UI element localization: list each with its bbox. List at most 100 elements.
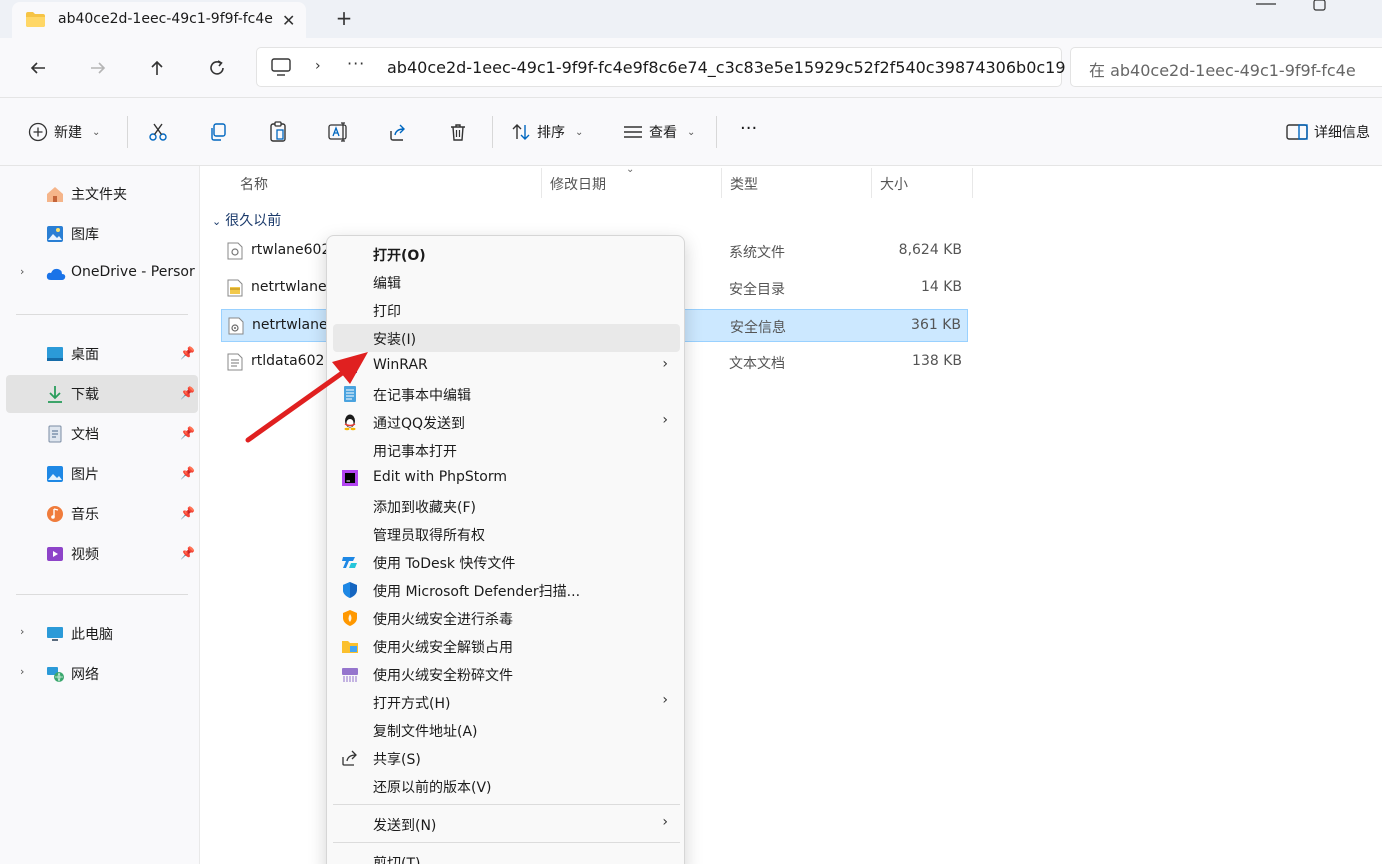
file-name: netrtwlane: [252, 317, 328, 333]
up-button[interactable]: [143, 54, 171, 82]
menu-item-restore[interactable]: 还原以前的版本(V): [333, 772, 680, 800]
column-divider[interactable]: [972, 168, 973, 198]
sort-button[interactable]: 排序 ⌄: [511, 120, 583, 144]
column-divider[interactable]: [871, 168, 872, 198]
column-header-type[interactable]: 类型: [730, 174, 758, 194]
sidebar-item-documents[interactable]: 文档 📌: [6, 415, 198, 453]
menu-item-label: 在记事本中编辑: [373, 388, 471, 404]
cut-button[interactable]: [148, 120, 168, 144]
sidebar-item-label: 图库: [71, 227, 99, 243]
menu-item-huorong-unlock[interactable]: 使用火绒安全解锁占用: [333, 632, 680, 660]
delete-button[interactable]: [448, 120, 468, 144]
more-options-button[interactable]: ···: [740, 116, 757, 140]
menu-item-open-with[interactable]: 打开方式(H) ›: [333, 688, 680, 716]
refresh-button[interactable]: [203, 54, 231, 82]
column-header-modified[interactable]: 修改日期: [550, 174, 606, 194]
sidebar-item-label: 主文件夹: [71, 187, 127, 203]
search-input[interactable]: 在 ab40ce2d-1eec-49c1-9f9f-fc4e: [1070, 47, 1382, 87]
sidebar-item-desktop[interactable]: 桌面 📌: [6, 335, 198, 373]
pin-icon[interactable]: 📌: [180, 346, 195, 360]
chevron-right-icon[interactable]: ›: [20, 665, 24, 678]
command-bar: 新建 ⌄ 排序 ⌄ 查看 ⌄ ··· 详细信息: [0, 98, 1382, 166]
sidebar-item-music[interactable]: 音乐 📌: [6, 495, 198, 533]
new-label: 新建: [54, 125, 82, 141]
pin-icon[interactable]: 📌: [180, 426, 195, 440]
security-catalog-icon: [227, 279, 243, 297]
sidebar-item-network[interactable]: › 网络: [6, 655, 198, 693]
sidebar-item-this-pc[interactable]: › 此电脑: [6, 615, 198, 653]
chevron-down-icon: ⌄: [212, 215, 222, 228]
column-divider[interactable]: [721, 168, 722, 198]
folder-tab[interactable]: ab40ce2d-1eec-49c1-9f9f-fc4e ✕: [12, 2, 306, 38]
chevron-right-icon[interactable]: ›: [20, 265, 24, 278]
file-type: 系统文件: [729, 245, 785, 261]
menu-item-print[interactable]: 打印: [333, 296, 680, 324]
minimize-icon[interactable]: [1254, 0, 1278, 12]
menu-item-open-notepad[interactable]: 用记事本打开: [333, 436, 680, 464]
share-button[interactable]: [388, 120, 408, 144]
computer-icon: [47, 627, 63, 641]
unlock-folder-icon: [342, 641, 358, 653]
file-type: 文本文档: [729, 356, 785, 372]
pin-icon[interactable]: 📌: [180, 466, 195, 480]
sidebar-item-videos[interactable]: 视频 📌: [6, 535, 198, 573]
column-header-size[interactable]: 大小: [880, 174, 908, 194]
menu-item-send-qq[interactable]: 通过QQ发送到 ›: [333, 408, 680, 436]
menu-item-huorong-shred[interactable]: 使用火绒安全粉碎文件: [333, 660, 680, 688]
menu-item-edit-notepad[interactable]: 在记事本中编辑: [333, 380, 680, 408]
toolbar-divider: [127, 116, 128, 148]
menu-item-install[interactable]: 安装(I): [333, 324, 680, 352]
sidebar-item-home[interactable]: 主文件夹: [6, 175, 198, 213]
group-header[interactable]: ⌄ 很久以前: [212, 210, 281, 230]
menu-item-take-ownership[interactable]: 管理员取得所有权: [333, 520, 680, 548]
address-bar[interactable]: › ··· ab40ce2d-1eec-49c1-9f9f-fc4e9f8c6e…: [256, 47, 1066, 87]
paste-button[interactable]: [268, 120, 288, 144]
menu-item-copy-path[interactable]: 复制文件地址(A): [333, 716, 680, 744]
menu-item-defender[interactable]: 使用 Microsoft Defender扫描...: [333, 576, 680, 604]
menu-item-label: 还原以前的版本(V): [373, 780, 492, 796]
sidebar-item-gallery[interactable]: 图库: [6, 215, 198, 253]
view-button[interactable]: 查看 ⌄: [623, 120, 695, 144]
menu-item-share[interactable]: 共享(S): [333, 744, 680, 772]
chevron-right-icon[interactable]: ›: [20, 625, 24, 638]
menu-item-cut[interactable]: 剪切(T): [333, 848, 680, 864]
sidebar-item-pictures[interactable]: 图片 📌: [6, 455, 198, 493]
close-tab-icon[interactable]: ✕: [282, 11, 295, 30]
chevron-right-icon: ›: [662, 412, 668, 428]
pin-icon[interactable]: 📌: [180, 546, 195, 560]
refresh-icon: [210, 60, 224, 75]
menu-item-label: Edit with PhpStorm: [373, 469, 508, 485]
column-header-name[interactable]: 名称: [240, 174, 268, 194]
menu-item-huorong-scan[interactable]: 使用火绒安全进行杀毒: [333, 604, 680, 632]
menu-item-todesk[interactable]: 使用 ToDesk 快传文件: [333, 548, 680, 576]
new-button[interactable]: 新建 ⌄: [28, 120, 100, 144]
menu-item-winrar[interactable]: WinRAR ›: [333, 352, 680, 380]
details-pane-button[interactable]: 详细信息: [1286, 120, 1370, 144]
new-tab-button[interactable]: +: [332, 6, 356, 30]
menu-item-label: 添加到收藏夹(F): [373, 500, 476, 516]
menu-item-label: 使用 Microsoft Defender扫描...: [373, 584, 581, 600]
breadcrumb-more-button[interactable]: ···: [347, 54, 365, 73]
sidebar-item-onedrive[interactable]: › OneDrive - Persor: [6, 255, 198, 293]
file-size: 14 KB: [920, 279, 962, 295]
sidebar-item-label: 网络: [71, 667, 99, 683]
rename-button[interactable]: [328, 120, 350, 144]
forward-button[interactable]: [84, 54, 112, 82]
maximize-icon[interactable]: [1312, 0, 1328, 12]
group-label: 很久以前: [225, 213, 282, 229]
back-button[interactable]: [24, 54, 52, 82]
menu-item-send-to[interactable]: 发送到(N) ›: [333, 810, 680, 838]
menu-item-add-favorites[interactable]: 添加到收藏夹(F): [333, 492, 680, 520]
menu-item-phpstorm[interactable]: Edit with PhpStorm: [333, 464, 680, 492]
menu-item-open[interactable]: 打开(O): [333, 240, 680, 268]
menu-item-edit[interactable]: 编辑: [333, 268, 680, 296]
copy-button[interactable]: [208, 120, 228, 144]
sidebar-item-downloads[interactable]: 下载 📌: [6, 375, 198, 413]
pin-icon[interactable]: 📌: [180, 506, 195, 520]
column-divider[interactable]: [541, 168, 542, 198]
menu-item-label: 使用火绒安全粉碎文件: [373, 668, 513, 684]
rename-icon: [328, 122, 347, 142]
menu-item-label: 编辑: [373, 276, 401, 292]
pin-icon[interactable]: 📌: [180, 386, 195, 400]
breadcrumb-path[interactable]: ab40ce2d-1eec-49c1-9f9f-fc4e9f8c6e74_c3c…: [387, 58, 1066, 77]
